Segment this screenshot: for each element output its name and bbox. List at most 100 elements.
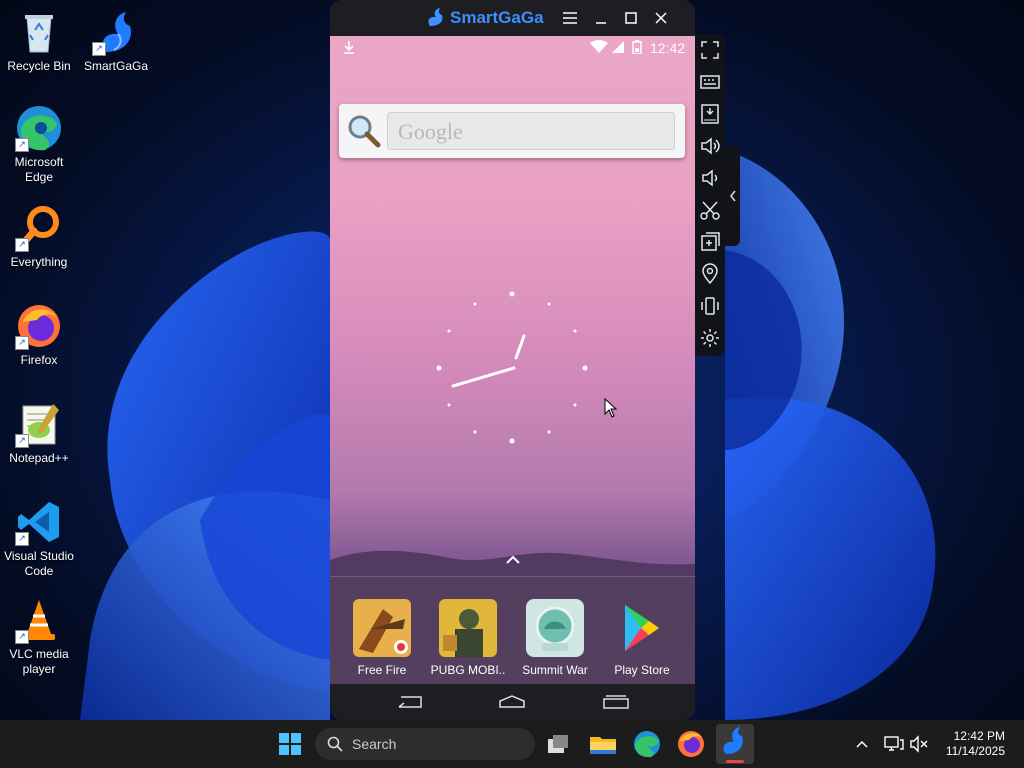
multi-instance-button[interactable] <box>698 230 722 254</box>
app-brand: SmartGaGa <box>426 7 544 29</box>
taskbar-search-label: Search <box>352 736 397 752</box>
notepadpp-icon: ↗ <box>15 400 63 448</box>
minimize-button[interactable] <box>591 8 611 28</box>
clock-time: 12:42 PM <box>953 729 1005 743</box>
clock-minute-hand <box>451 366 516 388</box>
desktop-icon-smartgaga[interactable]: ↗ SmartGaGa <box>78 8 154 74</box>
signal-icon <box>612 41 624 53</box>
download-icon <box>344 41 354 54</box>
settings-button[interactable] <box>698 326 722 350</box>
volume-up-icon <box>701 137 720 155</box>
keyboard-icon <box>700 75 720 89</box>
taskbar-search[interactable]: Search <box>315 728 535 760</box>
wifi-icon <box>590 40 608 53</box>
app-play-store[interactable]: Play Store <box>602 599 682 677</box>
emulator-side-toolbar <box>695 34 725 356</box>
desktop-icon-vscode[interactable]: ↗ Visual Studio Code <box>1 498 77 579</box>
back-icon[interactable] <box>395 695 423 709</box>
desktop-icon-label: Notepad++ <box>9 451 69 465</box>
active-indicator <box>726 760 744 763</box>
volume-up-button[interactable] <box>698 134 722 158</box>
add-window-icon <box>701 232 720 251</box>
home-icon[interactable] <box>498 695 526 709</box>
app-free-fire[interactable]: Free Fire <box>342 599 422 677</box>
android-screen[interactable]: 12:42 Google Free Fire PUBG MOBI.. Summi… <box>330 36 695 684</box>
google-search-field[interactable]: Google <box>387 112 675 150</box>
shortcut-arrow-icon: ↗ <box>15 532 29 546</box>
desktop-icon-label: SmartGaGa <box>83 59 149 73</box>
maximize-button[interactable] <box>621 8 641 28</box>
vlc-cone-icon: ↗ <box>15 596 63 644</box>
desktop-icon-label: VLC media player <box>9 647 69 676</box>
system-clock[interactable]: 12:42 PM 11/14/2025 <box>946 729 1005 759</box>
install-apk-button[interactable] <box>698 102 722 126</box>
desktop-icon-label: Recycle Bin <box>7 59 71 73</box>
location-button[interactable] <box>698 262 722 286</box>
app-label: Free Fire <box>357 663 407 677</box>
close-button[interactable] <box>651 8 671 28</box>
close-icon <box>655 12 667 24</box>
recents-icon[interactable] <box>602 695 630 709</box>
android-nav-bar <box>330 684 695 720</box>
shortcut-arrow-icon: ↗ <box>15 138 29 152</box>
edge-icon: ↗ <box>15 104 63 152</box>
hamburger-icon <box>563 12 577 24</box>
shortcut-arrow-icon: ↗ <box>15 238 29 252</box>
chevron-up-icon[interactable] <box>855 739 869 749</box>
volume-down-button[interactable] <box>698 166 722 190</box>
collapse-toolbar-tab[interactable] <box>725 146 740 246</box>
scissors-icon <box>700 201 720 220</box>
emulator-titlebar[interactable]: SmartGaGa <box>330 0 695 36</box>
desktop-icon-edge[interactable]: ↗ Microsoft Edge <box>1 104 77 185</box>
edge-icon <box>634 731 660 758</box>
app-label: PUBG MOBI.. <box>430 663 506 677</box>
network-icon[interactable] <box>884 735 904 753</box>
taskbar-firefox[interactable] <box>675 728 707 760</box>
gear-icon <box>701 329 719 347</box>
shake-phone-icon <box>701 297 719 315</box>
play-store-icon <box>613 599 671 657</box>
recycle-bin-icon <box>15 8 63 56</box>
desktop-icon-notepadpp[interactable]: ↗ Notepad++ <box>1 400 77 466</box>
maximize-icon <box>625 12 637 24</box>
desktop-icon-vlc[interactable]: ↗ VLC media player <box>1 596 77 677</box>
search-icon <box>327 736 343 752</box>
menu-button[interactable] <box>560 8 580 28</box>
desktop-icon-label: Microsoft Edge <box>14 155 64 184</box>
app-title: SmartGaGa <box>450 8 544 27</box>
taskbar-smartgaga[interactable] <box>716 724 754 764</box>
shake-button[interactable] <box>698 294 722 318</box>
search-icon <box>348 115 381 148</box>
screenshot-button[interactable] <box>698 198 722 222</box>
windows-logo-icon <box>279 733 301 755</box>
task-view-icon <box>548 735 568 753</box>
volume-muted-icon[interactable] <box>910 735 930 753</box>
task-view-button[interactable] <box>542 728 574 760</box>
app-label: Play Store <box>614 663 670 677</box>
swan-logo-icon <box>428 8 443 26</box>
keyboard-button[interactable] <box>698 70 722 94</box>
desktop-icon-recycle-bin[interactable]: Recycle Bin <box>1 8 77 74</box>
shortcut-arrow-icon: ↗ <box>15 630 29 644</box>
app-drawer-chevron-icon[interactable] <box>505 555 521 565</box>
desktop-icon-everything[interactable]: ↗ Everything <box>1 204 77 270</box>
google-search-widget[interactable]: Google <box>339 104 685 158</box>
desktop-icon-label: Firefox <box>20 353 58 367</box>
app-dock: Free Fire PUBG MOBI.. Summit War Play St… <box>330 577 695 684</box>
desktop-icon-label: Visual Studio Code <box>4 549 74 578</box>
start-button[interactable] <box>274 728 306 760</box>
taskbar-edge[interactable] <box>631 728 663 760</box>
minimize-icon <box>596 22 606 24</box>
status-time: 12:42 <box>650 40 686 56</box>
mouse-cursor-icon <box>604 398 618 418</box>
app-pubg-mobile[interactable]: PUBG MOBI.. <box>428 599 508 677</box>
desktop-icon-firefox[interactable]: ↗ Firefox <box>1 302 77 368</box>
clock-date: 11/14/2025 <box>945 744 1005 758</box>
shortcut-arrow-icon: ↗ <box>92 42 106 56</box>
app-summit-war[interactable]: Summit War <box>515 599 595 677</box>
taskbar-file-explorer[interactable] <box>587 728 619 760</box>
volume-down-icon <box>702 169 718 187</box>
apk-icon <box>701 104 719 124</box>
fullscreen-button[interactable] <box>698 38 722 62</box>
clock-hour-hand <box>514 334 526 360</box>
